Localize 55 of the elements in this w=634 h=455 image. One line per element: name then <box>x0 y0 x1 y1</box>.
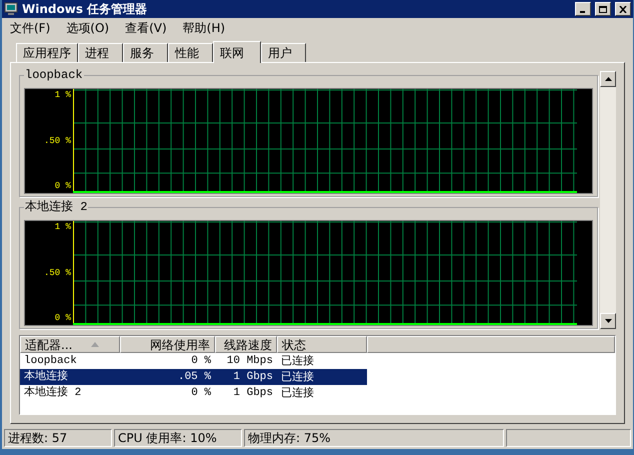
close-button[interactable] <box>615 2 631 16</box>
column-header[interactable]: 网络使用率 <box>120 336 215 354</box>
column-header[interactable]: 线路速度 <box>215 336 277 354</box>
axis-label: 0 % <box>54 313 71 324</box>
status-field: 进程数: 57 <box>4 429 112 448</box>
minimize-button[interactable] <box>575 2 591 16</box>
table-cell-text: 0 % <box>190 354 212 370</box>
axis-label: 1 % <box>54 222 71 234</box>
column-label: 线路速度 <box>224 336 272 354</box>
menu-item[interactable]: 文件(F) <box>10 18 50 37</box>
sort-icon <box>91 342 99 348</box>
table-cell-text: loopback <box>23 354 78 370</box>
tab[interactable]: 用户 <box>261 43 306 62</box>
graph-title: 本地连接 2 <box>24 200 88 214</box>
scroll-down-icon <box>604 319 612 324</box>
status-field: 物理内存: 75% <box>244 429 504 448</box>
maximize-icon <box>599 6 607 12</box>
table-cell-text: 1 Gbps <box>232 370 274 386</box>
table-cell-text: 本地连接 <box>23 369 69 386</box>
menu-item[interactable]: 查看(V) <box>125 18 167 37</box>
tab[interactable]: 应用程序 <box>16 43 78 62</box>
adapter-row[interactable]: 本地连接 .05 % 1 Gbps 已连接 <box>20 369 367 386</box>
scroll-up-icon <box>604 77 612 82</box>
column-header[interactable]: 状态 <box>277 336 367 354</box>
table-cell-text: .05 % <box>176 370 212 386</box>
column-label: 适配器... <box>25 336 72 354</box>
table-cell-text: 已连接 <box>280 369 315 386</box>
tab[interactable]: 联网 <box>213 41 261 64</box>
axis-label: 0 % <box>54 181 71 192</box>
axis-label: .50 % <box>44 136 71 147</box>
maximize-button[interactable] <box>595 2 611 16</box>
table-cell-text: 10 Mbps <box>226 354 274 370</box>
column-label: 状态 <box>282 336 306 354</box>
menu-item[interactable]: 帮助(H) <box>182 18 226 37</box>
graph-title: loopback <box>24 68 84 82</box>
column-header[interactable]: 适配器... <box>20 336 120 354</box>
table-cell-text: 已连接 <box>280 353 315 370</box>
table-cell-text: 本地连接 2 <box>23 385 82 402</box>
tab[interactable]: 服务 <box>123 43 168 62</box>
window-title: Windows 任务管理器 <box>22 1 148 18</box>
axis-label: 1 % <box>54 90 71 102</box>
column-label: 网络使用率 <box>150 336 210 354</box>
table-cell-text: 1 Gbps <box>232 386 274 402</box>
menu-item[interactable]: 选项(O) <box>66 18 110 37</box>
adapter-row[interactable]: loopback 0 % 10 Mbps 已连接 <box>20 353 367 370</box>
table-cell-text: 已连接 <box>280 385 315 402</box>
monitor-icon <box>4 2 18 16</box>
axis-label: .50 % <box>44 268 71 279</box>
scrollbar[interactable] <box>600 71 616 330</box>
tab[interactable]: 进程 <box>78 43 123 62</box>
tab[interactable]: 性能 <box>168 43 213 62</box>
adapter-row[interactable]: 本地连接 2 0 % 1 Gbps 已连接 <box>20 385 367 402</box>
table-cell-text: 0 % <box>190 386 212 402</box>
status-field: CPU 使用率: 10% <box>114 429 242 448</box>
close-icon <box>619 6 627 12</box>
